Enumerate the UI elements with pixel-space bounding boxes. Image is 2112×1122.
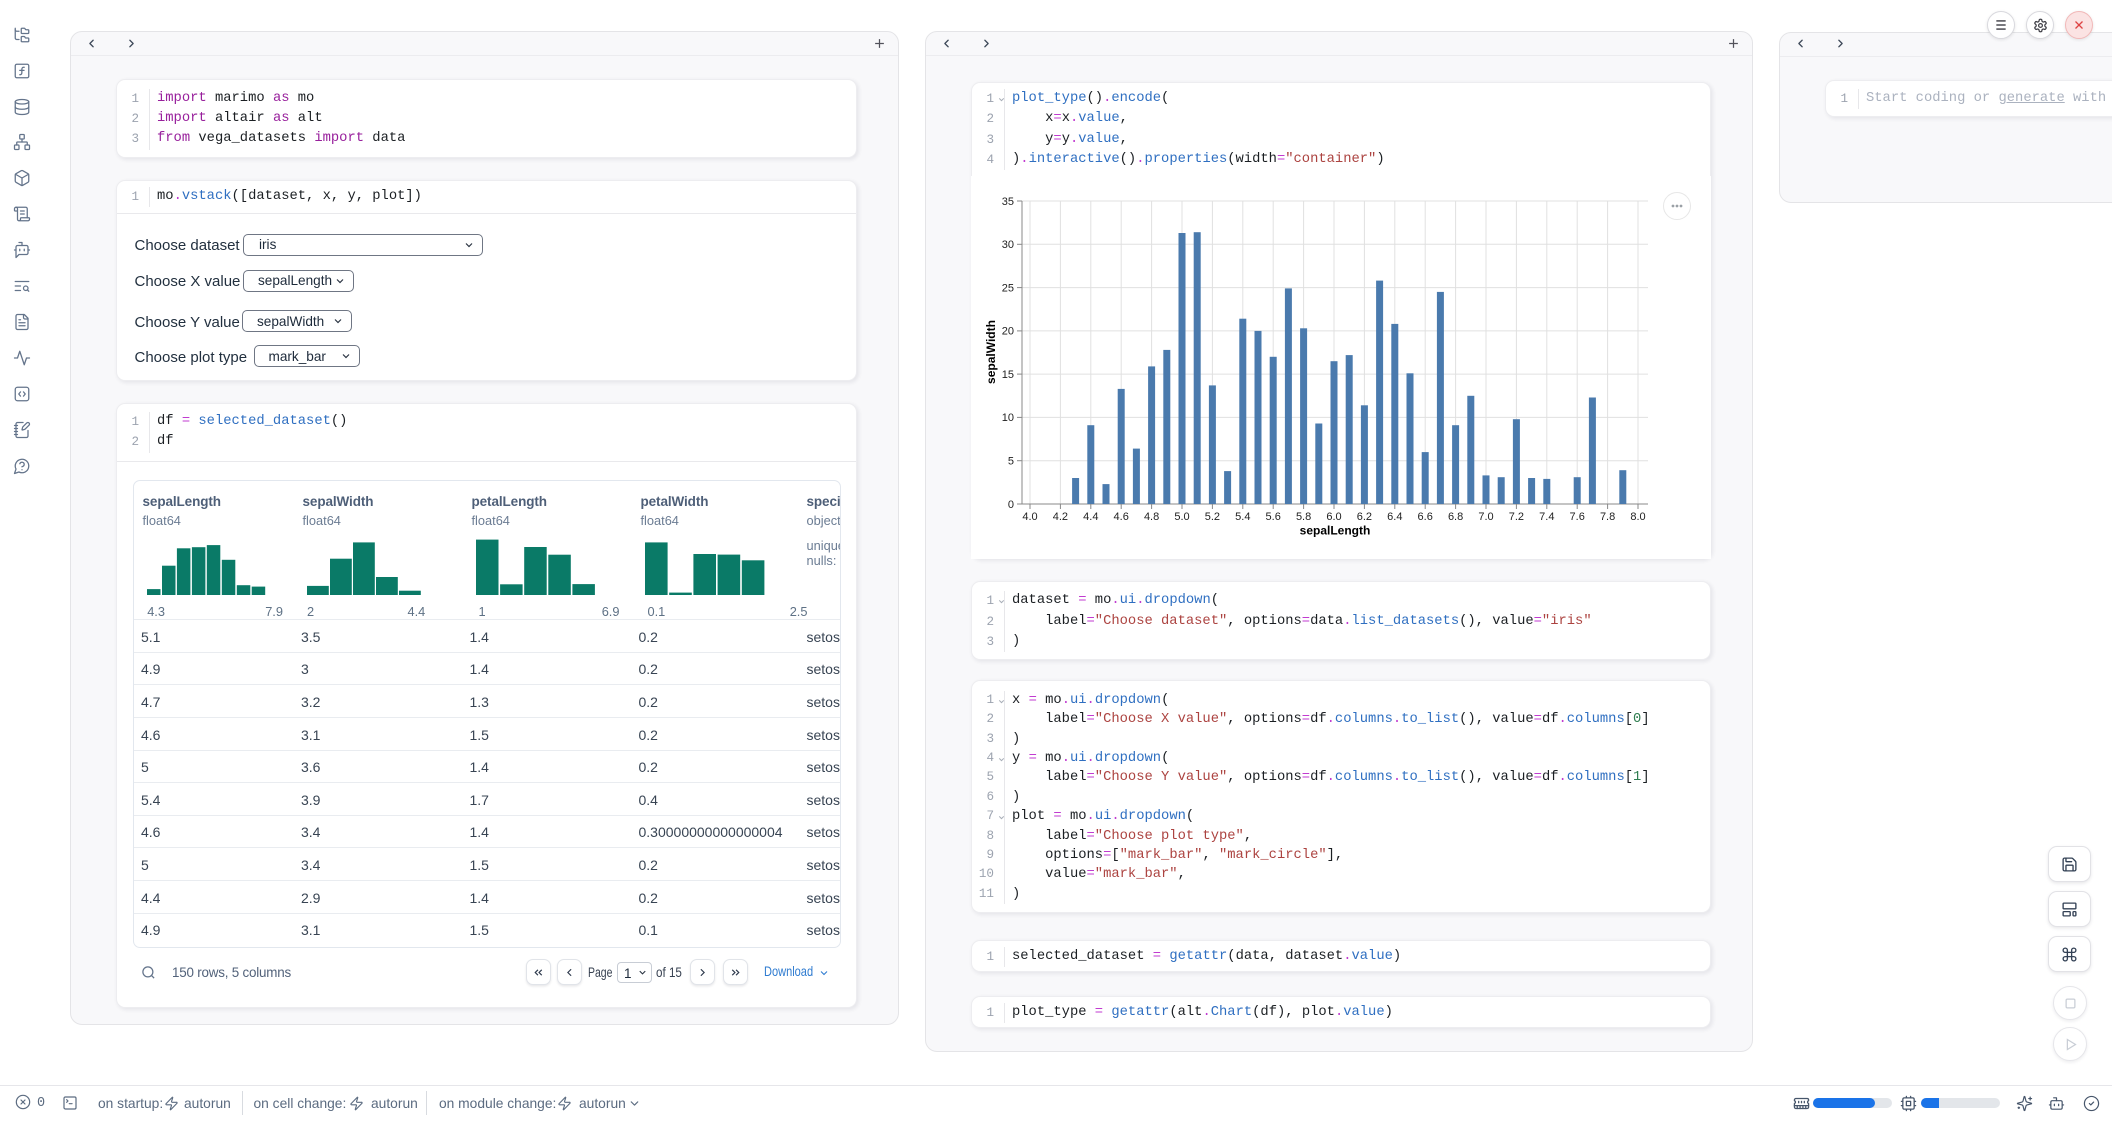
svg-text:4.0: 4.0 xyxy=(1022,511,1037,523)
svg-text:5.0: 5.0 xyxy=(1174,511,1189,523)
svg-text:7.0: 7.0 xyxy=(1478,511,1493,523)
svg-text:5.8: 5.8 xyxy=(1296,511,1311,523)
svg-text:7.2: 7.2 xyxy=(1509,511,1524,523)
svg-text:7.4: 7.4 xyxy=(1539,511,1554,523)
svg-text:7.6: 7.6 xyxy=(1570,511,1585,523)
svg-text:4.2: 4.2 xyxy=(1053,511,1068,523)
svg-text:5.2: 5.2 xyxy=(1205,511,1220,523)
svg-text:6.6: 6.6 xyxy=(1418,511,1433,523)
svg-text:sepalWidth: sepalWidth xyxy=(984,320,998,384)
svg-text:5.6: 5.6 xyxy=(1266,511,1281,523)
svg-text:4.4: 4.4 xyxy=(1083,511,1098,523)
svg-text:sepalLength: sepalLength xyxy=(1300,524,1371,538)
svg-text:6.8: 6.8 xyxy=(1448,511,1463,523)
svg-text:10: 10 xyxy=(1002,412,1014,424)
svg-text:4.8: 4.8 xyxy=(1144,511,1159,523)
svg-text:35: 35 xyxy=(1002,196,1014,208)
svg-text:6.0: 6.0 xyxy=(1326,511,1341,523)
svg-text:30: 30 xyxy=(1002,239,1014,251)
svg-text:5.4: 5.4 xyxy=(1235,511,1250,523)
svg-text:6.4: 6.4 xyxy=(1387,511,1402,523)
svg-text:5: 5 xyxy=(1008,456,1014,468)
svg-text:15: 15 xyxy=(1002,369,1014,381)
svg-text:0: 0 xyxy=(1008,499,1014,511)
svg-text:25: 25 xyxy=(1002,282,1014,294)
svg-text:7.8: 7.8 xyxy=(1600,511,1615,523)
svg-text:6.2: 6.2 xyxy=(1357,511,1372,523)
svg-text:8.0: 8.0 xyxy=(1630,511,1645,523)
svg-text:20: 20 xyxy=(1002,326,1014,338)
svg-text:4.6: 4.6 xyxy=(1114,511,1129,523)
